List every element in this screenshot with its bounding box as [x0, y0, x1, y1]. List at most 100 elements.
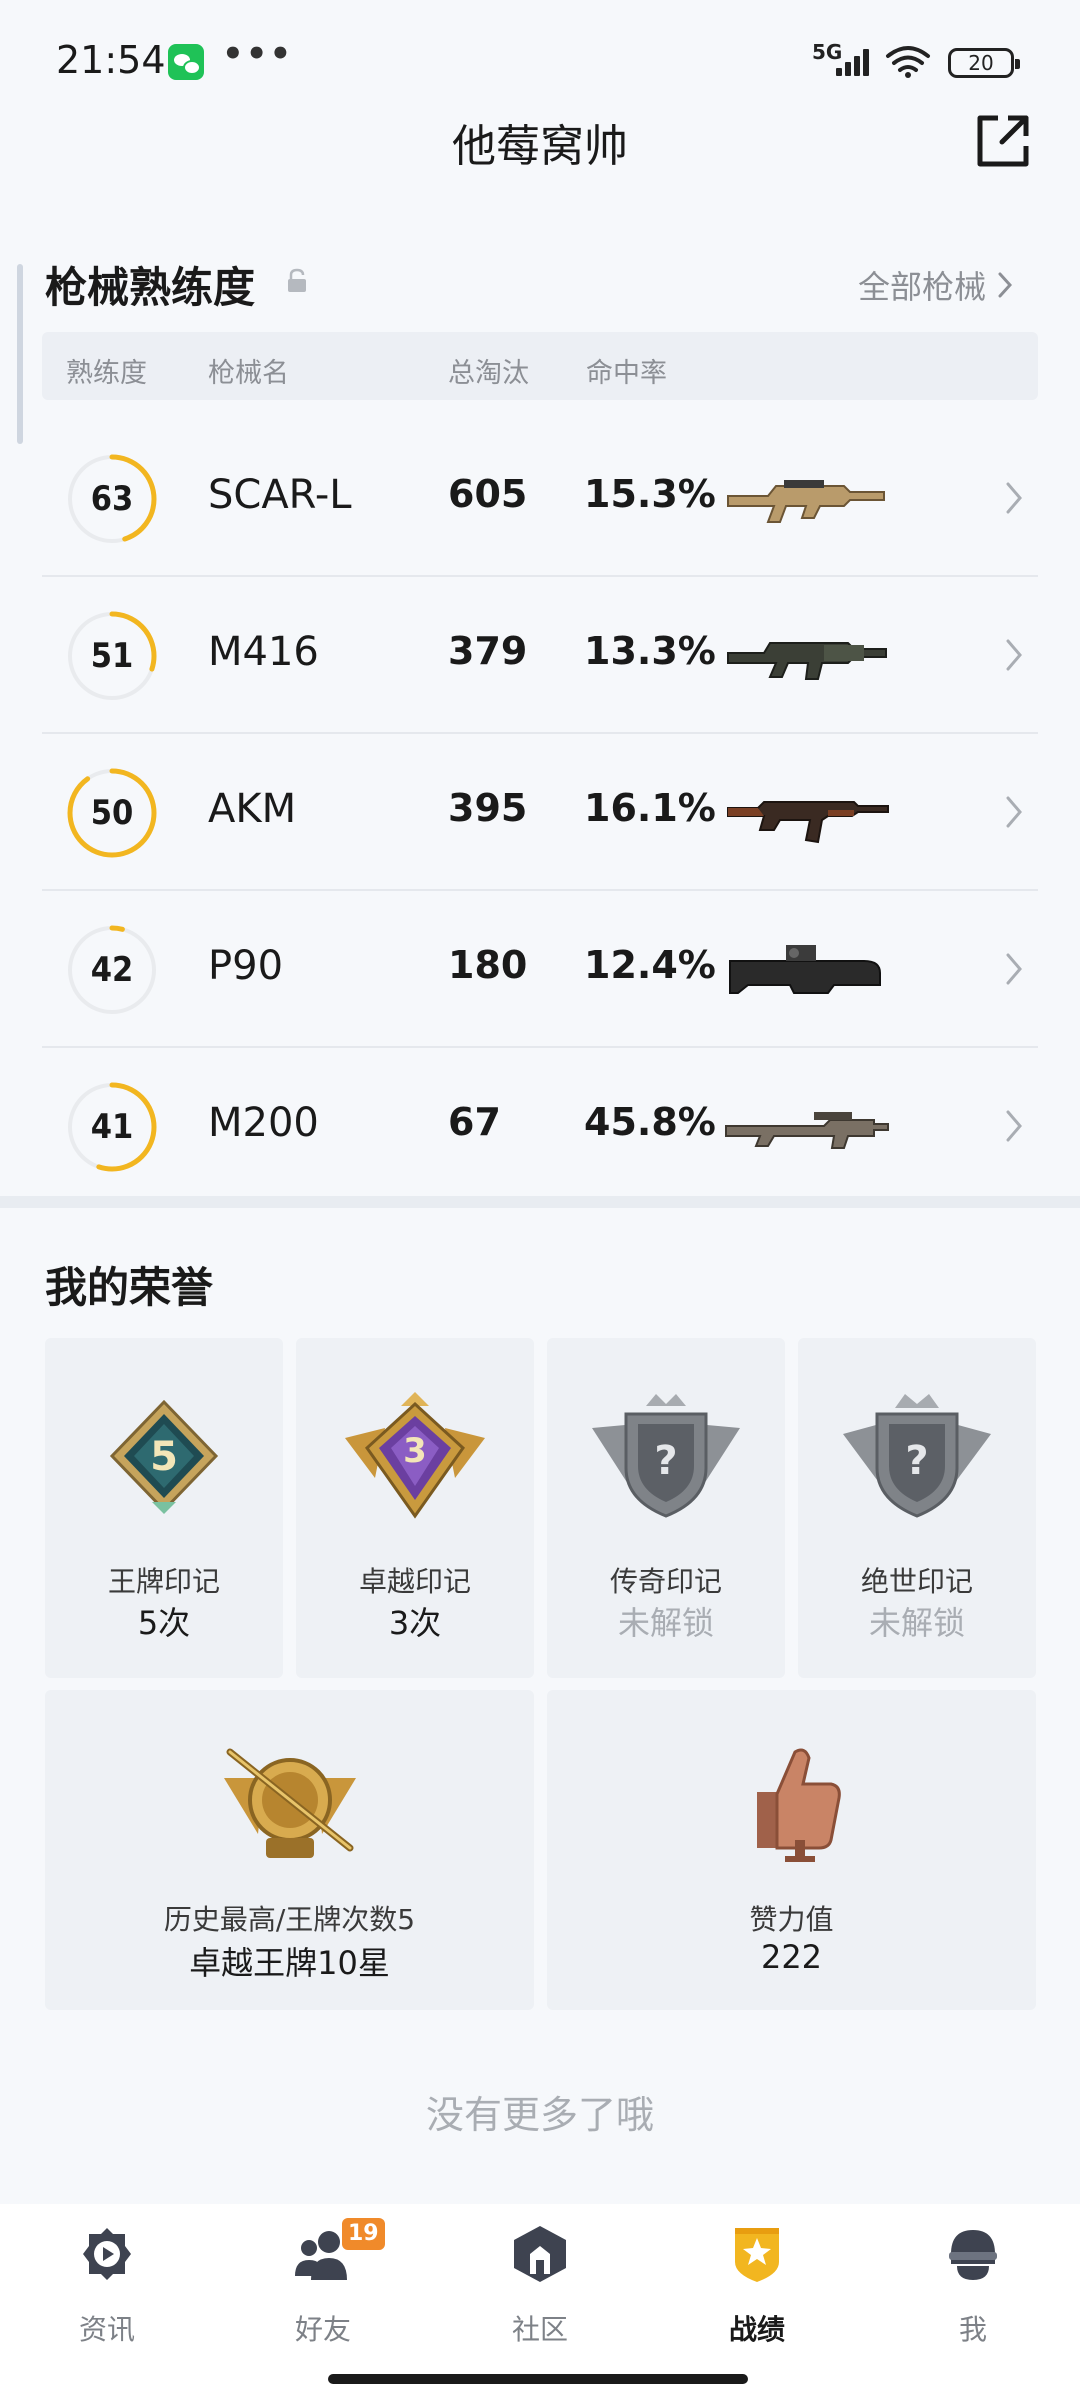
honor-label: 绝世印记	[860, 1565, 973, 1598]
weapon-hit-rate: 15.3%	[584, 472, 716, 516]
weapon-name: AKM	[208, 786, 297, 832]
svg-text:?: ?	[654, 1438, 677, 1484]
scroll-indicator	[17, 264, 23, 444]
wechat-icon	[168, 44, 204, 80]
honor-value: 3次	[388, 1604, 442, 1642]
honors-section-title: 我的荣誉	[45, 1263, 214, 1312]
excellent-badge-icon: 3	[345, 1392, 485, 1519]
nav-item-news[interactable]: 资讯	[32, 2224, 182, 2346]
weapon-table-header: 熟练度 枪械名 总淘汰 命中率	[42, 332, 1038, 400]
weapon-name: M416	[208, 629, 319, 675]
section-divider	[0, 1196, 1080, 1208]
highest-tier-value: 卓越王牌10星	[189, 1944, 390, 1982]
battery-level: 20	[968, 51, 994, 75]
chevron-right-icon	[1006, 482, 1022, 514]
nav-label: 资讯	[78, 2313, 135, 2346]
column-header-kills: 总淘汰	[448, 358, 529, 389]
weapon-row[interactable]: 63 SCAR-L 605 15.3%	[42, 420, 1038, 577]
honor-value: 5次	[137, 1604, 191, 1642]
all-weapons-label: 全部枪械	[858, 268, 987, 306]
community-icon	[514, 2226, 566, 2282]
p90-weapon-icon	[729, 945, 881, 994]
weapon-row[interactable]: 51 M416 379 13.3%	[42, 577, 1038, 734]
weapon-row[interactable]: 50 AKM 395 16.1%	[42, 734, 1038, 891]
legend-badge-locked-icon: ?	[592, 1394, 740, 1518]
proficiency-level: 51	[90, 636, 134, 676]
nav-label: 我	[958, 2313, 987, 2346]
nav-item-profile[interactable]: 我	[898, 2224, 1048, 2346]
likes-label: 赞力值	[749, 1903, 834, 1936]
signal-icon	[836, 48, 876, 76]
profile-icon	[949, 2230, 997, 2280]
nav-item-friends[interactable]: 19 好友	[248, 2218, 398, 2346]
weapon-kills: 67	[448, 1100, 501, 1144]
weapon-section-title: 枪械熟练度	[45, 263, 256, 312]
honor-card-legend[interactable]: ? 传奇印记 未解锁	[547, 1338, 785, 1678]
weapon-kills: 395	[448, 786, 528, 830]
highest-tier-label: 历史最高/王牌次数5	[163, 1903, 416, 1936]
all-weapons-link[interactable]: 全部枪械	[858, 262, 1013, 308]
weapon-hit-rate: 16.1%	[584, 786, 716, 830]
page-title: 他莓窝帅	[452, 121, 628, 172]
weapon-name: SCAR-L	[208, 472, 352, 518]
wifi-icon	[886, 46, 930, 78]
no-more-text: 没有更多了哦	[425, 2093, 654, 2137]
likes-value: 222	[760, 1938, 823, 1976]
ace-badge-icon: 5	[109, 1399, 219, 1514]
weapon-row[interactable]: 41 M200 67 45.8%	[42, 1048, 1038, 1205]
nav-label: 好友	[294, 2313, 351, 2346]
chevron-right-icon	[1006, 639, 1022, 671]
share-external-icon[interactable]	[972, 110, 1034, 172]
nav-item-community[interactable]: 社区	[465, 2224, 615, 2346]
nav-item-record[interactable]: 战绩	[682, 2224, 832, 2346]
nav-label: 战绩	[728, 2313, 785, 2346]
honor-label: 王牌印记	[107, 1565, 220, 1598]
lock-icon	[288, 268, 306, 292]
weapon-hit-rate: 13.3%	[584, 629, 716, 673]
news-icon	[83, 2228, 131, 2280]
scar-l-weapon-icon	[727, 480, 885, 523]
more-dots-icon: •••	[222, 34, 294, 74]
m200-weapon-icon	[725, 1112, 889, 1149]
column-header-rate: 命中率	[586, 358, 667, 389]
honor-card-likes[interactable]: 赞力值 222	[547, 1690, 1036, 2010]
column-header-level: 熟练度	[66, 358, 147, 389]
weapon-row[interactable]: 42 P90 180 12.4%	[42, 891, 1038, 1048]
honor-value: 未解锁	[617, 1604, 714, 1642]
honor-card-excellent[interactable]: 3 卓越印记 3次	[296, 1338, 534, 1678]
column-header-name: 枪械名	[208, 358, 289, 389]
weapon-hit-rate: 45.8%	[584, 1100, 716, 1144]
weapon-kills: 180	[448, 943, 528, 987]
chevron-right-icon	[998, 272, 1013, 298]
svg-text:5: 5	[150, 1434, 178, 1480]
chevron-right-icon	[1006, 1110, 1022, 1142]
status-bar: 21:54 ••• 5G 20	[0, 0, 1080, 120]
weapon-kills: 379	[448, 629, 528, 673]
honor-label: 传奇印记	[609, 1565, 722, 1598]
chevron-right-icon	[1006, 953, 1022, 985]
honor-card-ace[interactable]: 5 王牌印记 5次	[45, 1338, 283, 1678]
honor-card-peerless[interactable]: ? 绝世印记 未解锁	[798, 1338, 1036, 1678]
home-indicator[interactable]	[328, 2374, 748, 2384]
proficiency-level: 50	[90, 793, 134, 833]
honor-card-highest-tier[interactable]: 历史最高/王牌次数5 卓越王牌10星	[45, 1690, 534, 2010]
peerless-badge-locked-icon: ?	[843, 1394, 991, 1518]
akm-weapon-icon	[727, 801, 889, 844]
honor-value: 未解锁	[868, 1604, 965, 1642]
proficiency-level: 41	[90, 1107, 134, 1147]
weapon-name: P90	[208, 943, 284, 989]
status-time: 21:54	[56, 38, 166, 82]
weapon-name: M200	[208, 1100, 319, 1146]
chevron-right-icon	[1006, 796, 1022, 828]
record-icon	[735, 2228, 779, 2282]
m416-weapon-icon	[727, 642, 887, 680]
thumbs-up-icon	[756, 1748, 841, 1862]
svg-text:3: 3	[403, 1431, 427, 1471]
weapon-hit-rate: 12.4%	[584, 943, 716, 987]
bottom-nav: 资讯 19 好友 社区 战绩 我	[0, 2204, 1080, 2400]
honor-label: 卓越印记	[358, 1565, 471, 1598]
battery-icon: 20	[948, 48, 1020, 78]
proficiency-level: 63	[90, 479, 134, 519]
ace-tier-emblem-icon	[223, 1748, 356, 1858]
nav-label: 社区	[511, 2313, 568, 2346]
